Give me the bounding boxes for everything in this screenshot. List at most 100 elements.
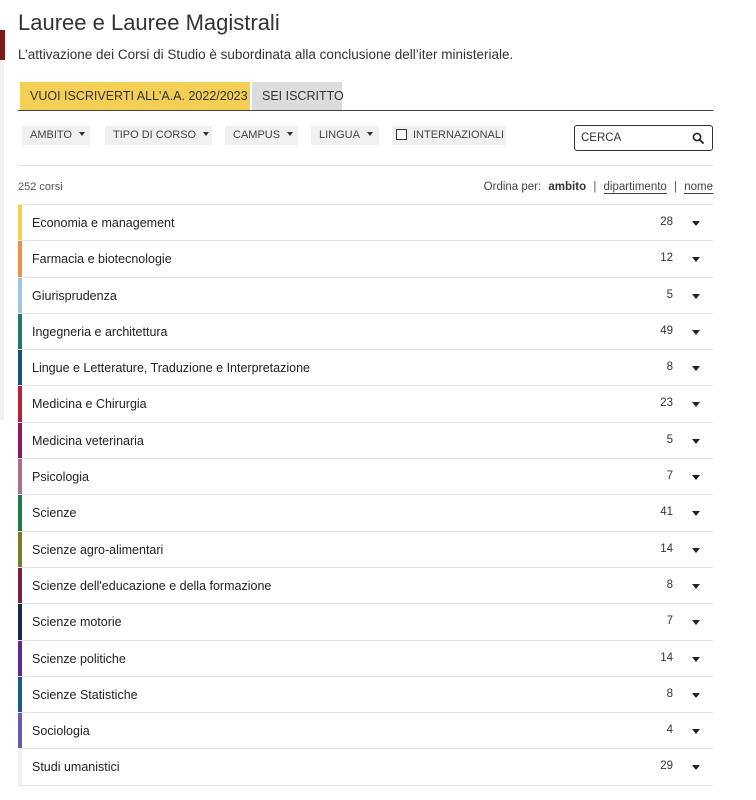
area-count: 41 <box>660 506 673 519</box>
area-row[interactable]: Scienze dell'educazione e della formazio… <box>18 567 713 605</box>
chevron-down-icon[interactable] <box>692 583 700 589</box>
chevron-down-icon[interactable] <box>692 765 700 771</box>
area-color-bar <box>18 676 22 713</box>
area-count: 14 <box>660 651 673 664</box>
chevron-down-icon[interactable] <box>692 257 700 263</box>
sort-option-nome[interactable]: nome <box>684 181 713 194</box>
area-row[interactable]: Scienze agro-alimentari 14 <box>18 531 713 568</box>
filter-ambito-dropdown[interactable]: AMBITO <box>22 126 90 145</box>
area-count: 7 <box>666 615 673 628</box>
area-name: Farmacia e biotecnologie <box>32 252 172 267</box>
search-input[interactable] <box>581 130 681 146</box>
area-row[interactable]: Economia e management 28 <box>18 205 713 242</box>
area-name: Psicologia <box>32 470 89 485</box>
area-color-bar <box>18 604 22 640</box>
sort-option-ambito[interactable]: ambito <box>548 181 586 193</box>
area-name: Lingue e Letterature, Traduzione e Inter… <box>32 361 310 376</box>
area-count: 7 <box>666 470 673 483</box>
tab-sei-iscritto[interactable]: SEI ISCRITTO <box>252 82 344 110</box>
area-color-bar <box>18 350 22 386</box>
page-title: Lauree e Lauree Magistrali <box>18 10 280 35</box>
area-name: Medicina veterinaria <box>32 433 144 448</box>
chevron-down-icon[interactable] <box>692 329 700 335</box>
tab-iscriversi[interactable]: VUOI ISCRIVERTI ALL'A.A. 2022/2023 <box>20 82 250 110</box>
filter-divider <box>18 165 713 166</box>
filter-lingua-dropdown[interactable]: LINGUA <box>311 126 379 145</box>
area-count: 28 <box>660 216 673 228</box>
filter-campus-label: CAMPUS <box>233 129 281 141</box>
area-color-bar <box>18 386 22 422</box>
chevron-down-icon[interactable] <box>692 221 700 226</box>
area-row[interactable]: Scienze Statistiche 8 <box>18 676 713 714</box>
area-row[interactable]: Lingue e Letterature, Traduzione e Inter… <box>18 350 713 387</box>
filter-internazionali-label: INTERNAZIONALI <box>413 129 505 141</box>
chevron-down-icon[interactable] <box>692 656 700 662</box>
area-count: 49 <box>660 324 673 337</box>
chevron-down-icon[interactable] <box>692 475 700 481</box>
chevron-down-icon[interactable] <box>692 729 700 735</box>
area-name: Scienze <box>32 506 77 521</box>
area-row[interactable]: Giurisprudenza 5 <box>18 277 713 314</box>
area-name: Economia e management <box>32 216 175 230</box>
area-count: 8 <box>666 361 673 374</box>
chevron-down-icon[interactable] <box>692 438 700 444</box>
area-color-bar <box>18 640 22 676</box>
results-count: 252 corsi <box>18 181 63 193</box>
chevron-down-icon[interactable] <box>692 366 700 372</box>
filter-ambito-label: AMBITO <box>30 129 72 141</box>
filter-internazionali[interactable]: INTERNAZIONALI <box>392 126 506 145</box>
area-color-bar <box>18 205 22 241</box>
area-count: 8 <box>666 687 673 700</box>
area-count: 14 <box>660 542 673 555</box>
area-row[interactable]: Medicina veterinaria 5 <box>18 422 713 460</box>
search-icon[interactable] <box>692 132 704 144</box>
area-name: Scienze motorie <box>32 615 122 630</box>
caret-down-icon <box>78 132 85 137</box>
area-name: Giurisprudenza <box>32 288 117 303</box>
filter-lingua-label: LINGUA <box>319 129 360 141</box>
area-row[interactable]: Scienze politiche 14 <box>18 640 713 677</box>
chevron-down-icon[interactable] <box>692 692 700 698</box>
area-color-bar <box>18 495 22 531</box>
area-row[interactable]: Medicina e Chirurgia 23 <box>18 386 713 423</box>
area-name: Sociologia <box>32 724 90 739</box>
filter-campus-dropdown[interactable]: CAMPUS <box>225 126 298 145</box>
left-accent-bar <box>0 30 5 60</box>
page-subtitle: L’attivazione dei Corsi di Studio è subo… <box>18 47 514 62</box>
chevron-down-icon[interactable] <box>692 547 700 553</box>
area-row[interactable]: Sociologia 4 <box>18 713 713 750</box>
chevron-down-icon[interactable] <box>692 620 700 626</box>
chevron-down-icon[interactable] <box>692 293 700 299</box>
left-side-strip <box>0 60 4 420</box>
areas-list: Economia e management 28 Farmacia e biotec… <box>18 204 713 786</box>
chevron-down-icon[interactable] <box>692 511 700 517</box>
area-color-bar <box>18 313 22 350</box>
sort-label: Ordina per: <box>483 181 542 193</box>
area-color-bar <box>18 713 22 749</box>
area-name: Scienze agro-alimentari <box>32 542 164 557</box>
filter-tipo-dropdown[interactable]: TIPO DI CORSO <box>105 126 212 145</box>
area-color-bar <box>18 277 22 313</box>
area-count: 5 <box>666 433 673 446</box>
chevron-down-icon[interactable] <box>692 402 700 408</box>
area-row[interactable]: Ingegneria e architettura 49 <box>18 313 713 351</box>
internazionali-checkbox[interactable] <box>396 128 407 140</box>
area-row[interactable]: Scienze 41 <box>18 495 713 532</box>
area-color-bar <box>18 422 22 459</box>
area-row[interactable]: Scienze motorie 7 <box>18 604 713 641</box>
area-name: Scienze politiche <box>32 651 126 666</box>
search-box <box>574 125 713 151</box>
area-name: Scienze Statistiche <box>32 687 138 702</box>
area-count: 8 <box>666 578 673 591</box>
area-color-bar <box>18 531 22 567</box>
area-row[interactable]: Farmacia e biotecnologie 12 <box>18 241 713 278</box>
caret-down-icon <box>287 132 294 137</box>
area-name: Scienze dell'educazione e della formazio… <box>32 578 272 593</box>
caret-down-icon <box>366 132 373 137</box>
sort-option-dipartimento[interactable]: dipartimento <box>603 181 667 194</box>
area-count: 5 <box>666 288 673 301</box>
area-row[interactable]: Psicologia 7 <box>18 459 713 496</box>
area-name: Studi umanistici <box>32 760 120 775</box>
area-row[interactable]: Studi umanistici 29 <box>18 749 713 786</box>
area-color-bar <box>18 241 22 277</box>
